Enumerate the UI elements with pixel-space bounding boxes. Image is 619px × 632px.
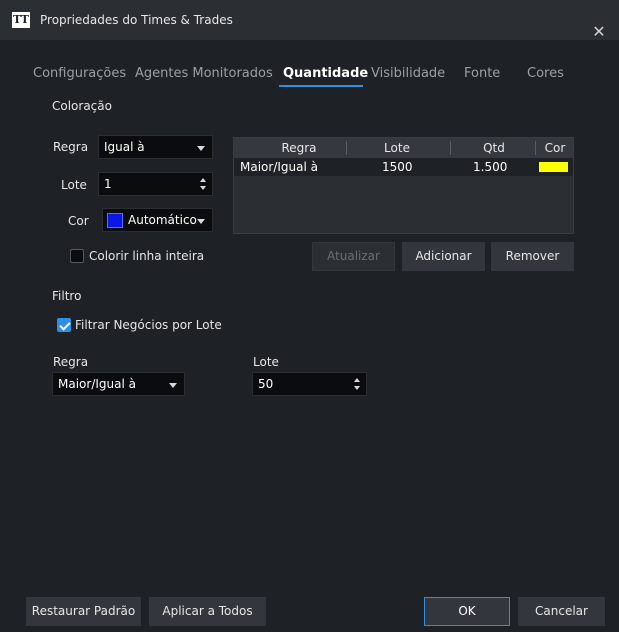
table-row[interactable]: Maior/Igual à 1500 1.500 xyxy=(234,158,573,176)
cell-qtd: 1.500 xyxy=(473,160,508,174)
column-header-lote[interactable]: Lote xyxy=(372,141,422,155)
active-tab-indicator xyxy=(279,85,363,87)
window-title: Propriedades do Times & Trades xyxy=(40,13,233,27)
rules-table: Regra Lote Qtd Cor Maior/Igual à 1500 1.… xyxy=(233,137,574,234)
close-icon[interactable]: ✕ xyxy=(588,21,610,43)
tab-fonte[interactable]: Fonte xyxy=(464,66,500,81)
coloracao-regra-value: Igual à xyxy=(104,140,145,154)
filtrar-lote-label: Filtrar Negócios por Lote xyxy=(75,318,222,332)
coloracao-regra-select[interactable]: Igual à xyxy=(98,135,213,159)
tab-quantidade[interactable]: Quantidade xyxy=(283,66,368,81)
aplicar-a-todos-button[interactable]: Aplicar a Todos xyxy=(149,597,266,626)
cell-regra: Maior/Igual à xyxy=(240,160,318,174)
column-separator xyxy=(346,141,347,155)
restaurar-padrao-button[interactable]: Restaurar Padrão xyxy=(26,597,141,626)
coloracao-cor-label: Cor xyxy=(68,214,89,228)
tab-configuracoes[interactable]: Configurações xyxy=(33,66,126,81)
stepper-up-icon[interactable] xyxy=(354,378,360,382)
colorir-linha-label: Colorir linha inteira xyxy=(89,249,205,263)
column-separator xyxy=(450,141,451,155)
cancelar-button[interactable]: Cancelar xyxy=(518,597,605,626)
filtrar-lote-checkbox[interactable] xyxy=(57,318,71,332)
coloracao-cor-value: Automático xyxy=(128,213,197,227)
stepper-down-icon[interactable] xyxy=(354,386,360,390)
tab-cores[interactable]: Cores xyxy=(527,66,564,81)
coloracao-cor-select[interactable]: Automático xyxy=(102,208,213,232)
coloracao-regra-label: Regra xyxy=(53,140,89,154)
filtro-regra-label: Regra xyxy=(53,355,89,369)
coloracao-lote-value: 1 xyxy=(104,177,112,191)
rules-table-header: Regra Lote Qtd Cor xyxy=(234,138,573,158)
stepper-up-icon[interactable] xyxy=(200,178,206,182)
filtro-regra-value: Maior/Igual à xyxy=(58,377,136,391)
coloracao-section-label: Coloração xyxy=(52,99,112,113)
tab-agentes-monitorados[interactable]: Agentes Monitorados xyxy=(135,66,273,81)
adicionar-button[interactable]: Adicionar xyxy=(402,242,485,271)
filtro-lote-stepper[interactable]: 50 xyxy=(252,372,367,396)
colorir-linha-checkbox[interactable] xyxy=(70,249,84,263)
cell-cor-swatch xyxy=(539,162,568,172)
remover-button[interactable]: Remover xyxy=(491,242,574,271)
column-header-cor[interactable]: Cor xyxy=(539,141,571,155)
chevron-down-icon xyxy=(197,146,205,151)
cell-lote: 1500 xyxy=(382,160,413,174)
filtro-lote-label: Lote xyxy=(253,355,279,369)
chevron-down-icon xyxy=(169,383,177,388)
column-separator xyxy=(535,141,536,155)
filtro-regra-select[interactable]: Maior/Igual à xyxy=(52,372,185,396)
stepper-down-icon[interactable] xyxy=(200,186,206,190)
column-header-regra[interactable]: Regra xyxy=(274,141,324,155)
tab-visibilidade[interactable]: Visibilidade xyxy=(371,66,445,81)
coloracao-lote-label: Lote xyxy=(61,178,87,192)
color-swatch xyxy=(107,213,123,228)
app-logo-icon: TT xyxy=(12,12,30,28)
chevron-down-icon xyxy=(197,219,205,224)
column-header-qtd[interactable]: Qtd xyxy=(474,141,514,155)
filtro-lote-value: 50 xyxy=(258,377,274,391)
filtro-section-label: Filtro xyxy=(52,289,82,303)
title-bar: TT Propriedades do Times & Trades xyxy=(0,0,619,40)
ok-button[interactable]: OK xyxy=(424,597,510,626)
coloracao-lote-stepper[interactable]: 1 xyxy=(98,172,213,196)
atualizar-button[interactable]: Atualizar xyxy=(312,242,395,271)
